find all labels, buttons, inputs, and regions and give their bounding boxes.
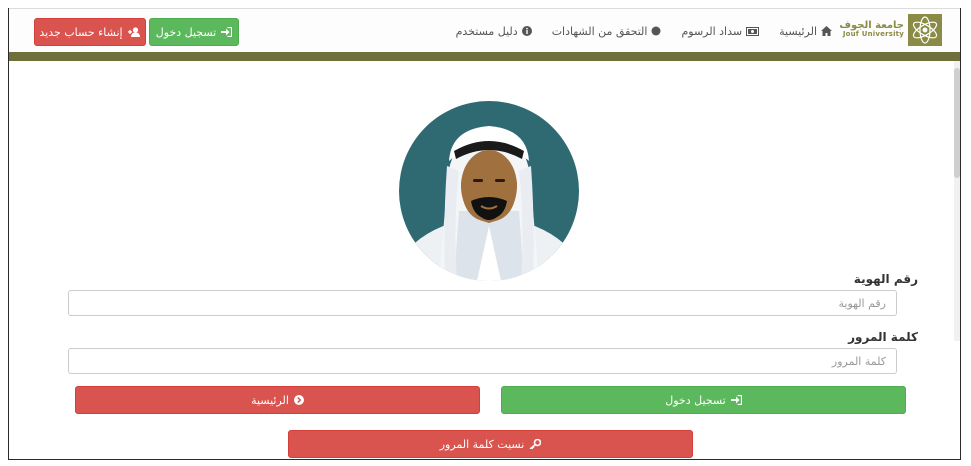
create-account-button[interactable]: إنشاء حساب جديد	[34, 18, 146, 46]
nav-user-guide[interactable]: دليل مستخدم	[456, 25, 532, 38]
logo-emblem-icon	[908, 14, 942, 46]
arrow-circle-icon	[293, 395, 304, 405]
logo-english: Jouf University	[842, 30, 904, 38]
login-button-label: تسجيل دخول	[665, 393, 726, 407]
page-frame: جامعة الجوف Jouf University الرئيسية سدا…	[8, 8, 961, 460]
forgot-password-label: نسيت كلمة المرور	[439, 437, 525, 451]
id-number-input[interactable]	[68, 290, 897, 316]
nav-home[interactable]: الرئيسية	[779, 25, 832, 38]
logo-arabic: جامعة الجوف	[839, 20, 904, 31]
home-button-label: الرئيسية	[251, 393, 289, 407]
nav-verify-certificates-label: التحقق من الشهادات	[551, 24, 648, 38]
key-icon	[529, 439, 542, 449]
header-divider-bar	[9, 52, 960, 61]
info-icon	[521, 26, 532, 36]
password-label: كلمة المرور	[848, 330, 918, 344]
money-icon	[746, 26, 760, 36]
sign-in-icon	[221, 27, 233, 37]
home-icon	[821, 26, 832, 36]
password-input[interactable]	[68, 348, 897, 374]
university-logo[interactable]: جامعة الجوف Jouf University	[839, 14, 942, 46]
nav-verify-certificates[interactable]: التحقق من الشهادات	[552, 25, 662, 38]
nav-user-guide-label: دليل مستخدم	[455, 24, 518, 38]
login-button[interactable]: تسجيل دخول	[501, 386, 906, 414]
header-login-button[interactable]: تسجيل دخول	[149, 18, 239, 46]
globe-icon	[651, 26, 661, 36]
top-navbar: جامعة الجوف Jouf University الرئيسية سدا…	[9, 8, 960, 53]
logo-text: جامعة الجوف Jouf University	[839, 21, 904, 39]
nav-home-label: الرئيسية	[779, 24, 817, 38]
create-account-label: إنشاء حساب جديد	[39, 25, 123, 39]
forgot-password-button[interactable]: نسيت كلمة المرور	[288, 430, 693, 458]
user-avatar-image	[399, 101, 579, 281]
nav-pay-fees[interactable]: سداد الرسوم	[681, 24, 760, 38]
scrollbar-thumb[interactable]	[954, 68, 960, 178]
main-nav: الرئيسية سداد الرسوم التحقق من الشهادات …	[436, 9, 832, 53]
nav-pay-fees-label: سداد الرسوم	[681, 24, 743, 38]
header-login-label: تسجيل دخول	[155, 25, 217, 39]
add-user-icon	[127, 27, 141, 37]
id-number-label: رقم الهوية	[853, 272, 918, 286]
home-button[interactable]: الرئيسية	[75, 386, 480, 414]
sign-in-icon	[730, 395, 742, 405]
